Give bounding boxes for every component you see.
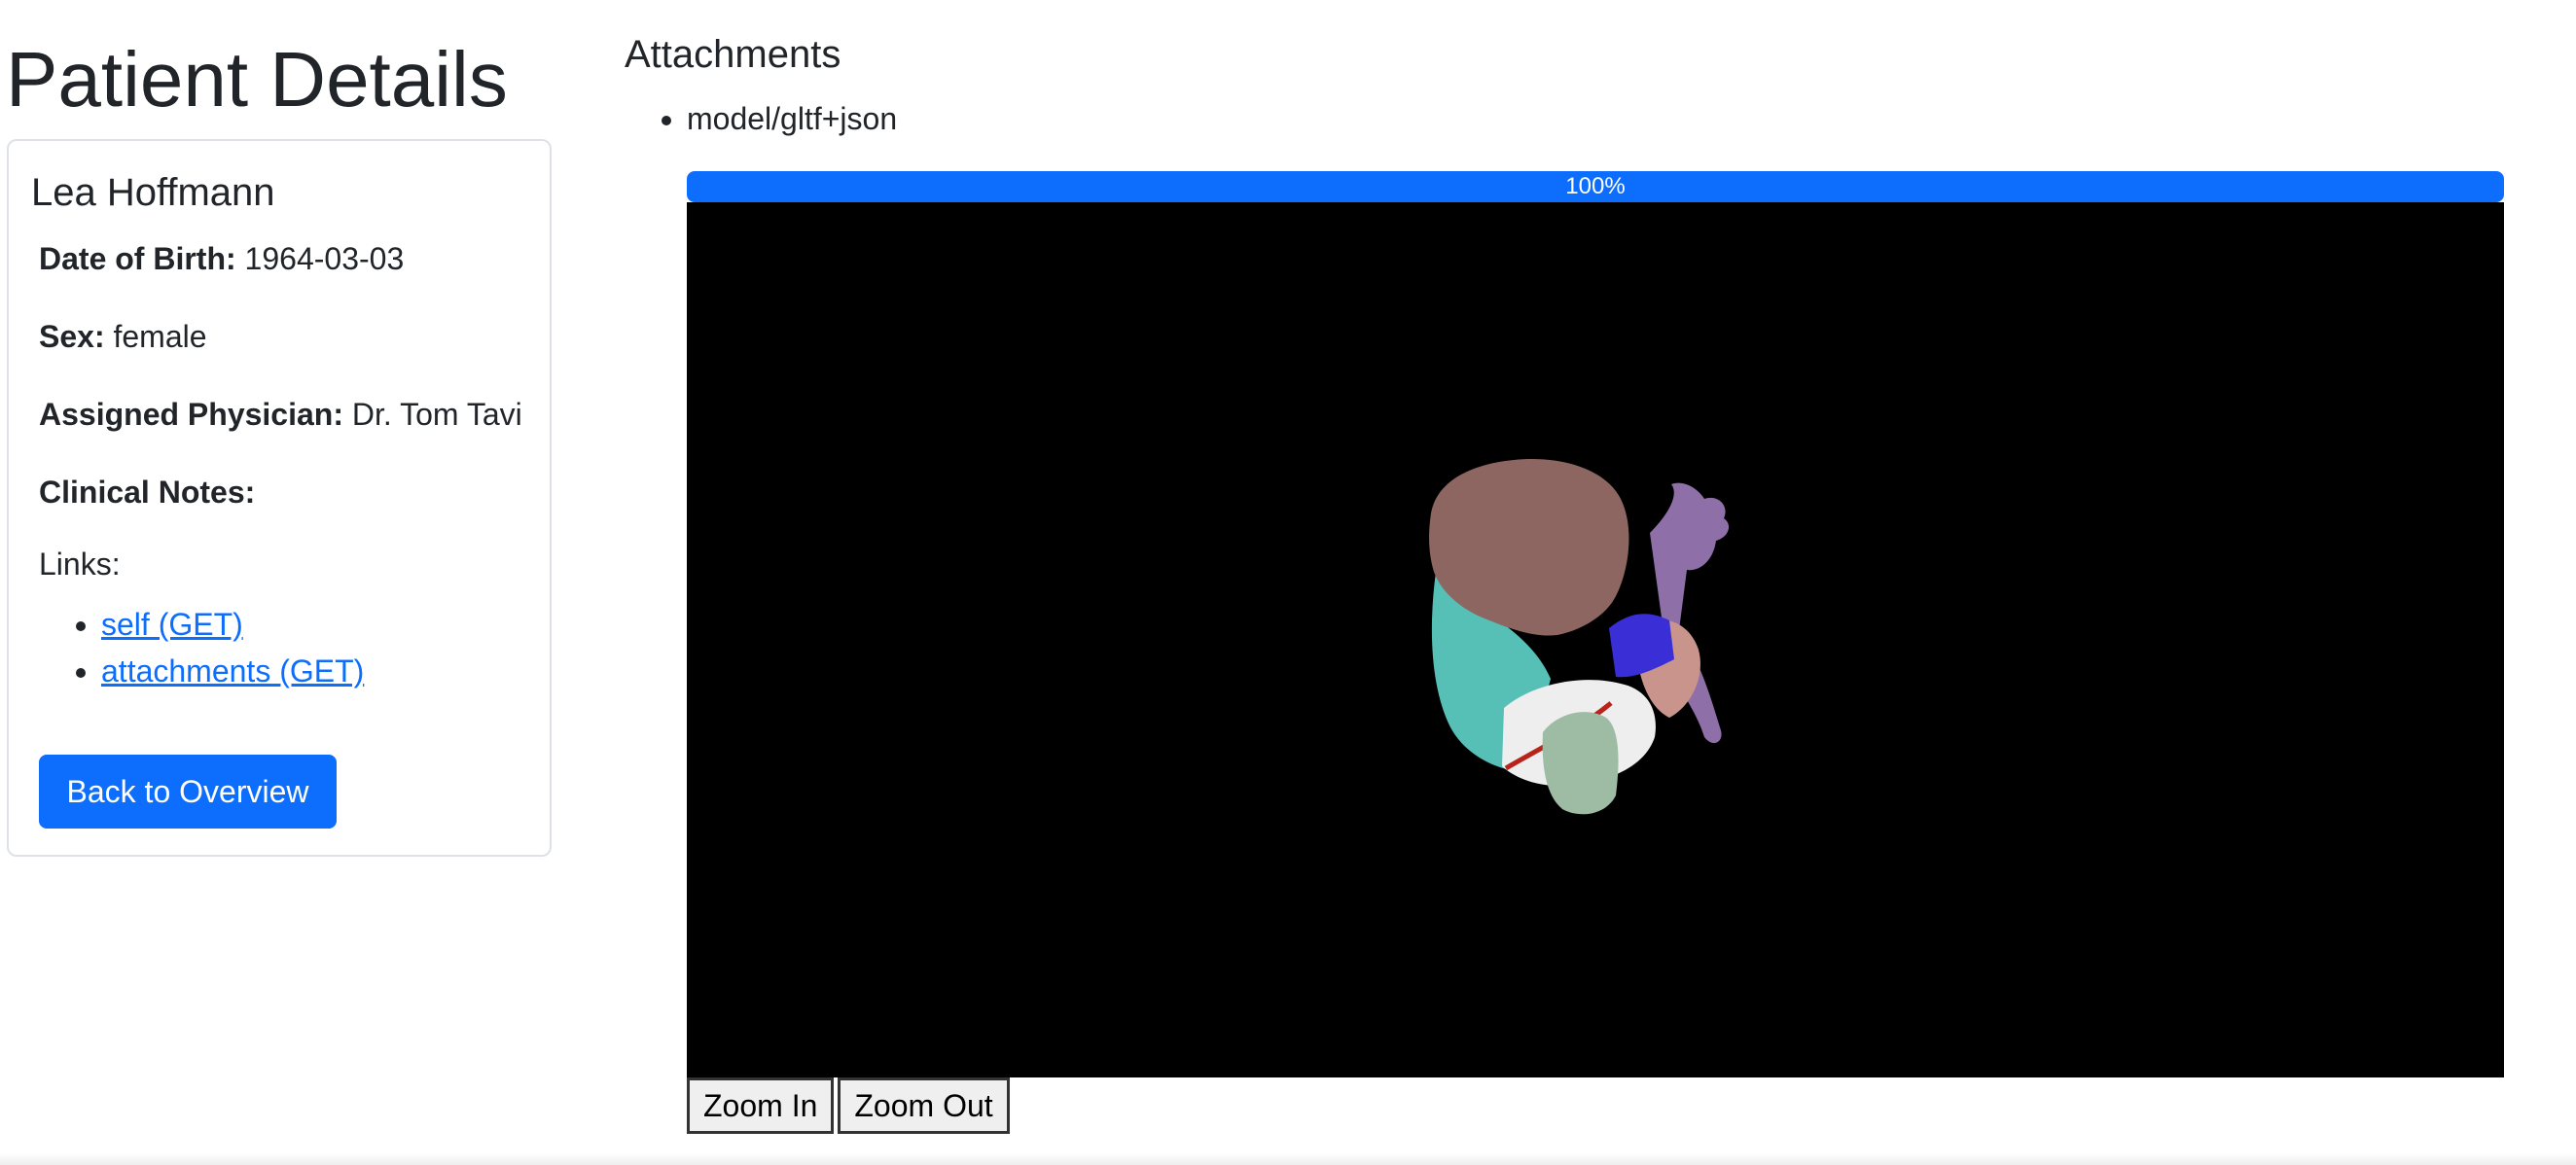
physician-label: Assigned Physician: (39, 397, 343, 432)
load-progress: 100% (687, 171, 2504, 202)
clinical-notes-field: Clinical Notes: (39, 473, 255, 512)
attachments-link[interactable]: attachments (GET) (101, 653, 364, 688)
zoom-in-button[interactable]: Zoom In (687, 1077, 835, 1134)
self-link[interactable]: self (GET) (101, 607, 243, 642)
page-bottom-edge (0, 1153, 2576, 1165)
sex-label: Sex: (39, 319, 105, 354)
model-viewer[interactable] (687, 202, 2504, 1077)
list-item: attachments (GET) (101, 648, 364, 694)
dob-label: Date of Birth: (39, 241, 236, 276)
patient-name: Lea Hoffmann (31, 171, 275, 214)
attachment-list: model/gltf+json (625, 97, 897, 140)
sex-value: female (113, 319, 207, 354)
zoom-controls: Zoom In Zoom Out (687, 1077, 1010, 1134)
page-title: Patient Details (6, 36, 508, 123)
back-to-overview-button[interactable]: Back to Overview (39, 755, 337, 829)
links-label: Links: (39, 547, 121, 582)
list-item: self (GET) (101, 601, 364, 648)
progress-bar: 100% (687, 171, 2504, 202)
physician-value: Dr. Tom Tavi (351, 397, 522, 432)
attachment-mime-type: model/gltf+json (687, 97, 897, 140)
dob-value: 1964-03-03 (244, 241, 405, 276)
sex-field: Sex: female (39, 317, 207, 356)
clinical-notes-label: Clinical Notes: (39, 475, 256, 510)
links-list: self (GET) attachments (GET) (39, 601, 364, 694)
zoom-out-button[interactable]: Zoom Out (838, 1077, 1010, 1134)
physician-field: Assigned Physician: Dr. Tom Tavi (39, 395, 522, 434)
dob-field: Date of Birth: 1964-03-03 (39, 239, 404, 278)
heart-model-image (1429, 459, 1730, 815)
attachments-title: Attachments (625, 33, 841, 76)
